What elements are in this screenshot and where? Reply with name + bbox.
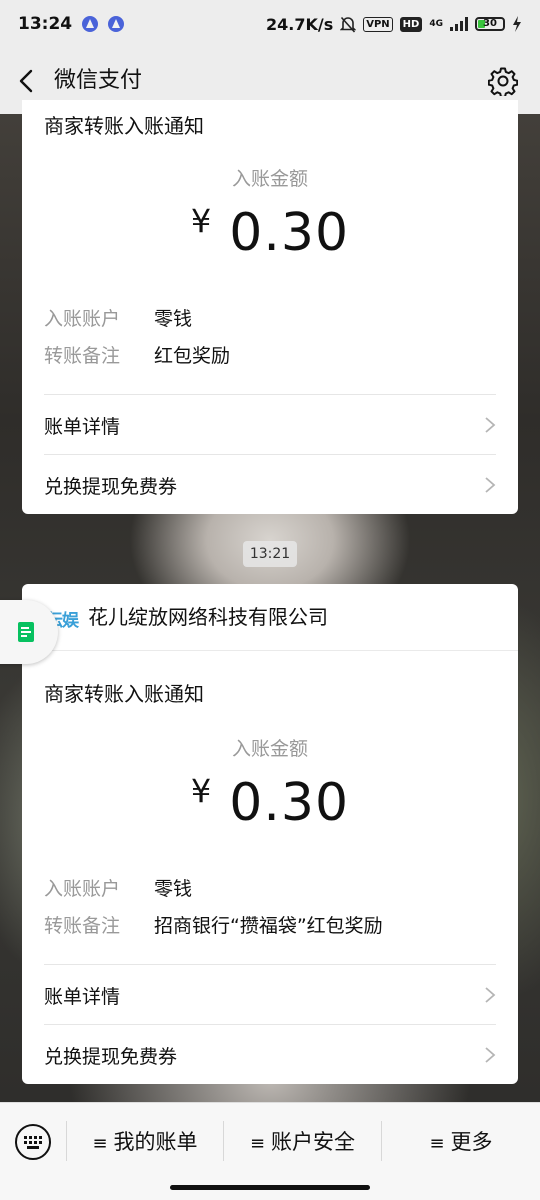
amount-label: 入账金额 — [231, 168, 308, 190]
bill-details-label: 账单详情 — [44, 985, 121, 1008]
account-security-label: 账户安全 — [271, 1130, 356, 1154]
my-bills-menu[interactable]: ≡ 我的账单 — [67, 1103, 223, 1181]
chevron-left-icon[interactable] — [14, 67, 42, 95]
chevron-right-icon — [485, 987, 496, 1003]
home-indicator[interactable] — [170, 1185, 370, 1190]
status-time: 13:24 — [18, 14, 73, 34]
note-row: 转账备注 红包奖励 — [44, 341, 230, 368]
chevron-right-icon — [485, 417, 496, 433]
account-key: 入账账户 — [44, 308, 121, 330]
card-title: 商家转账入账通知 — [44, 682, 204, 706]
battery-percent: 30 — [483, 18, 497, 29]
app-notification-icon — [108, 16, 125, 32]
menu-lines-icon: ≡ — [429, 1133, 445, 1154]
redeem-coupon-link[interactable]: 兑换提现免费券 — [44, 455, 496, 515]
menu-lines-icon: ≡ — [92, 1133, 108, 1154]
menu-lines-icon: ≡ — [249, 1133, 266, 1154]
note-row: 转账备注 招商银行“攒福袋”红包奖励 — [44, 911, 383, 938]
card-title: 商家转账入账通知 — [44, 114, 204, 138]
charging-icon — [513, 16, 521, 32]
account-row: 入账账户 零钱 — [44, 304, 192, 331]
more-label: 更多 — [450, 1130, 493, 1154]
vpn-badge: VPN — [363, 16, 393, 32]
bill-details-label: 账单详情 — [44, 415, 121, 438]
currency-symbol: ¥ — [190, 772, 212, 810]
account-security-menu[interactable]: ≡ 账户安全 — [224, 1103, 381, 1181]
battery-icon: 30 — [475, 17, 505, 31]
note-key: 转账备注 — [44, 345, 121, 367]
merchant-header[interactable]: 伝娱 花儿绽放网络科技有限公司 — [22, 584, 518, 651]
signal-icon — [450, 17, 468, 31]
bill-details-link[interactable]: 账单详情 — [44, 395, 496, 455]
note-value: 招商银行“攒福袋”红包奖励 — [154, 915, 383, 937]
account-row: 入账账户 零钱 — [44, 874, 192, 901]
chevron-right-icon — [485, 1047, 496, 1063]
more-menu[interactable]: ≡ 更多 — [382, 1103, 540, 1181]
currency-symbol: ¥ — [190, 202, 212, 240]
amount-value: ¥0.30 — [22, 202, 518, 263]
note-value: 红包奖励 — [154, 345, 231, 367]
bell-muted-icon — [340, 16, 357, 33]
message-timestamp: 13:21 — [243, 541, 297, 567]
hd-badge: HD — [399, 16, 423, 32]
redeem-coupon-label: 兑换提现免费券 — [44, 475, 178, 498]
amount-value: ¥0.30 — [22, 772, 518, 833]
amount-number: 0.30 — [229, 203, 350, 263]
bill-details-link[interactable]: 账单详情 — [44, 965, 496, 1025]
transfer-notice-card: 伝娱 花儿绽放网络科技有限公司 商家转账入账通知 入账金额 ¥0.30 入账账户… — [22, 584, 518, 1084]
app-notification-icon — [82, 16, 99, 32]
network-type: 4G — [429, 18, 443, 29]
account-key: 入账账户 — [44, 878, 121, 900]
my-bills-label: 我的账单 — [113, 1130, 198, 1154]
amount-label: 入账金额 — [231, 738, 308, 760]
redeem-coupon-label: 兑换提现免费券 — [44, 1045, 178, 1068]
amount-number: 0.30 — [229, 773, 350, 833]
redeem-coupon-link[interactable]: 兑换提现免费券 — [44, 1025, 496, 1085]
keyboard-icon[interactable] — [14, 1123, 52, 1161]
account-value: 零钱 — [154, 878, 193, 900]
network-speed: 24.7K/s — [265, 14, 334, 34]
status-bar: 13:24 24.7K/s VPN HD 4G 30 — [0, 0, 540, 48]
chevron-right-icon — [485, 477, 496, 493]
transfer-notice-card: 商家转账入账通知 入账金额 ¥0.30 入账账户 零钱 转账备注 红包奖励 账单… — [22, 100, 518, 514]
note-key: 转账备注 — [44, 915, 121, 937]
document-icon — [18, 622, 34, 642]
gear-icon[interactable] — [488, 66, 518, 96]
merchant-name: 花儿绽放网络科技有限公司 — [88, 605, 328, 629]
account-value: 零钱 — [154, 308, 193, 330]
